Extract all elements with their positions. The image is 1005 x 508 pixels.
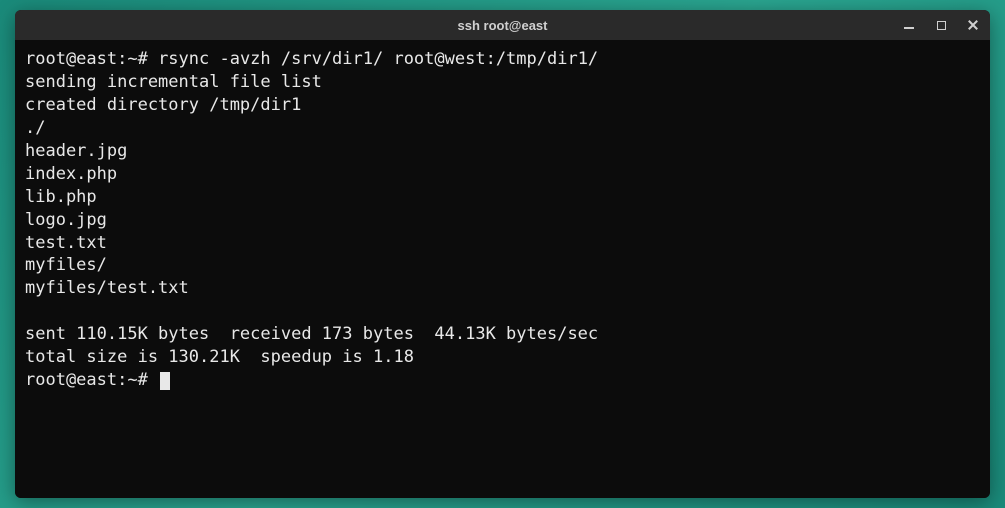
maximize-icon	[937, 21, 946, 30]
maximize-button[interactable]	[932, 16, 950, 34]
window-controls	[900, 10, 982, 40]
command-line: root@east:~# rsync -avzh /srv/dir1/ root…	[25, 48, 980, 71]
prompt-line: root@east:~#	[25, 369, 980, 392]
terminal-body[interactable]: root@east:~# rsync -avzh /srv/dir1/ root…	[15, 40, 990, 498]
output-line: lib.php	[25, 186, 980, 209]
cursor	[160, 372, 170, 390]
close-icon	[967, 19, 979, 31]
window-title: ssh root@east	[458, 18, 548, 33]
close-button[interactable]	[964, 16, 982, 34]
prompt: root@east:~#	[25, 49, 158, 69]
minimize-button[interactable]	[900, 16, 918, 34]
minimize-icon	[904, 27, 914, 29]
blank-line	[25, 300, 980, 323]
output-line: sending incremental file list	[25, 71, 980, 94]
output-line: test.txt	[25, 232, 980, 255]
output-line: ./	[25, 117, 980, 140]
output-line: header.jpg	[25, 140, 980, 163]
stats-line: sent 110.15K bytes received 173 bytes 44…	[25, 323, 980, 346]
titlebar[interactable]: ssh root@east	[15, 10, 990, 40]
output-line: myfiles/test.txt	[25, 277, 980, 300]
output-line: created directory /tmp/dir1	[25, 94, 980, 117]
output-line: index.php	[25, 163, 980, 186]
output-line: myfiles/	[25, 254, 980, 277]
terminal-window: ssh root@east root@east:~# rsync -avzh /…	[15, 10, 990, 498]
output-line: logo.jpg	[25, 209, 980, 232]
prompt: root@east:~#	[25, 370, 158, 390]
command-text: rsync -avzh /srv/dir1/ root@west:/tmp/di…	[158, 49, 598, 69]
stats-line: total size is 130.21K speedup is 1.18	[25, 346, 980, 369]
